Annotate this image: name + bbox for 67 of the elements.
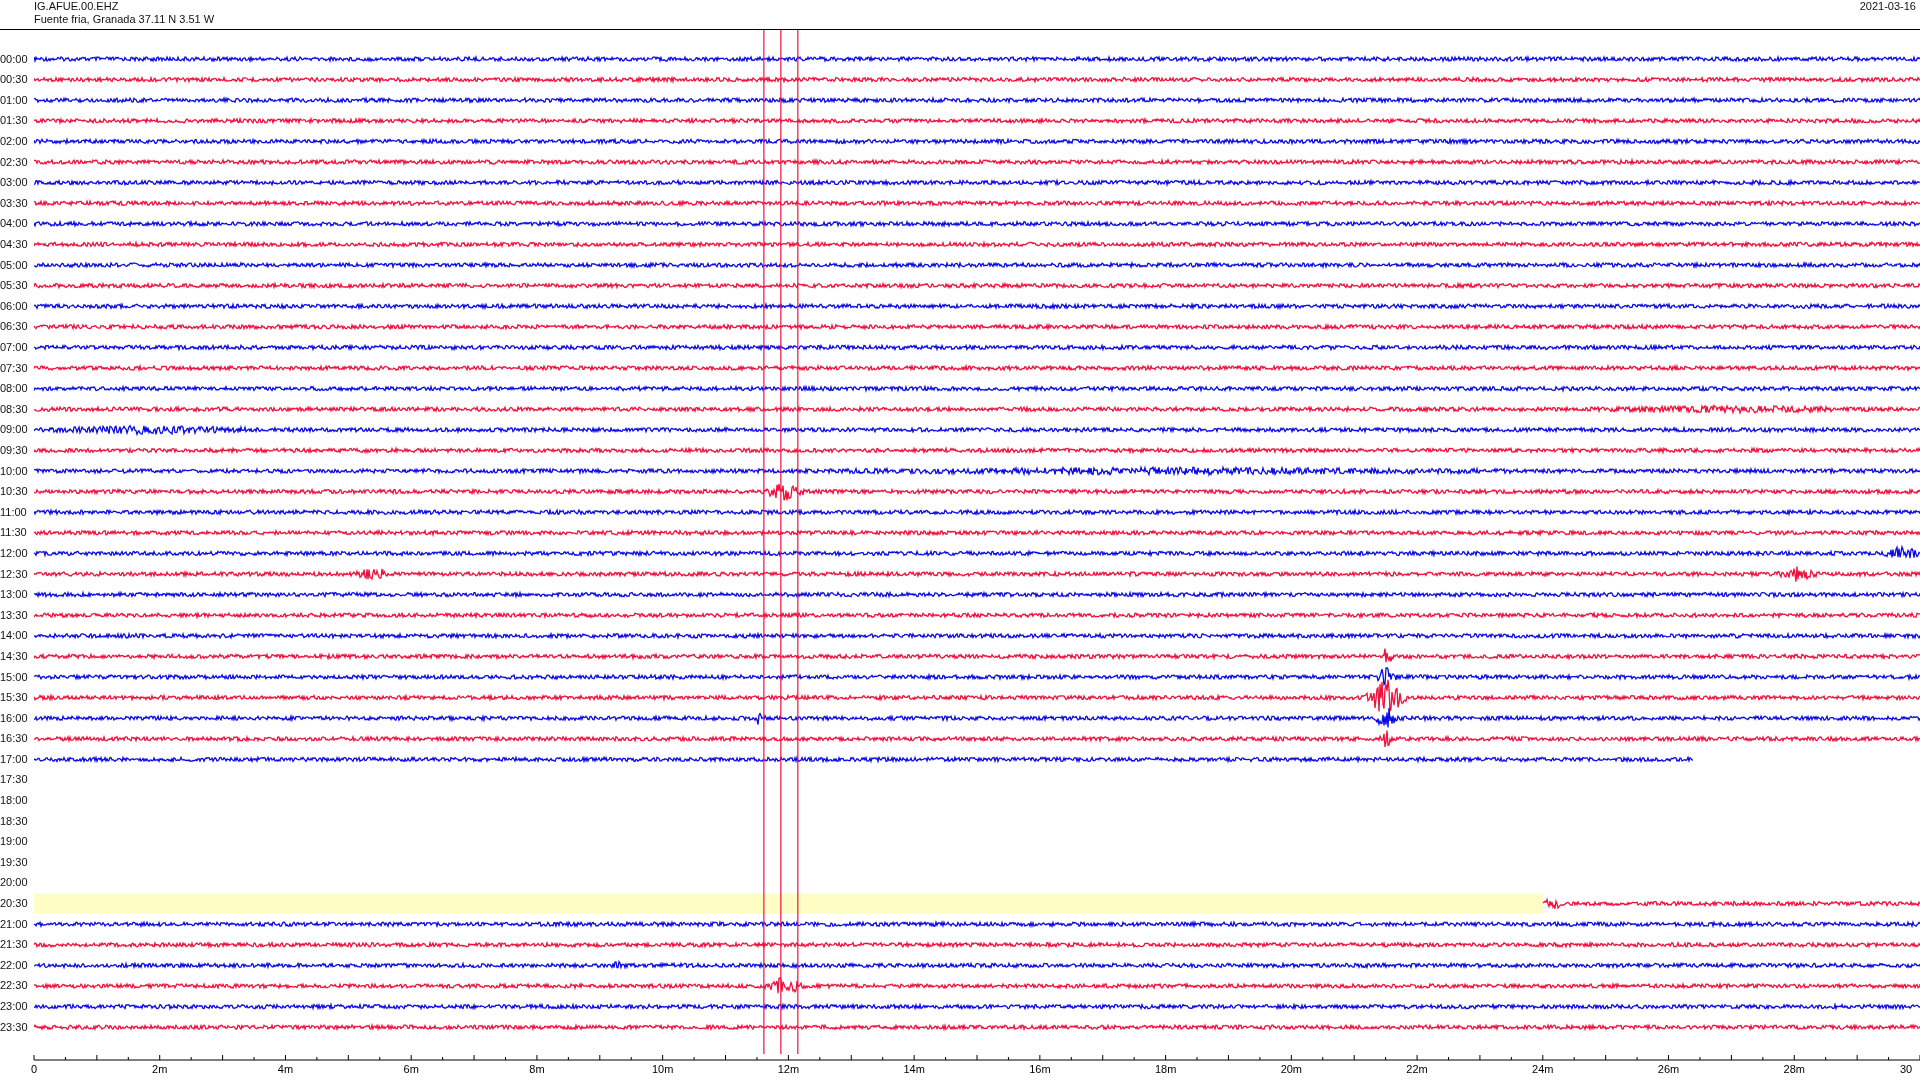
tick-label: 12m [777,1063,800,1075]
date-label: 2021-03-16 [1859,0,1916,14]
time-label: 05:30 [0,278,29,294]
time-label: 03:00 [0,175,29,191]
tick-label: 28m [1783,1063,1805,1075]
time-label: 08:00 [0,381,29,397]
time-label: 06:00 [0,298,29,314]
time-label: 09:30 [0,442,29,458]
time-label: 04:30 [0,237,29,253]
time-label: 05:00 [0,257,29,273]
tick-label: 14m [903,1063,925,1075]
time-label: 21:30 [0,937,29,953]
time-label: 01:30 [0,113,29,129]
tick-label: 2m [152,1063,168,1075]
station-code: IG.AFUE.00.EHZ [34,0,120,13]
time-label: 12:30 [0,566,29,582]
tick-label: 4m [277,1063,294,1075]
time-label: 16:00 [0,710,29,726]
time-label: 19:00 [0,834,29,850]
time-label: 18:00 [0,793,29,809]
tick-label: 6m [403,1063,419,1075]
time-label: 10:00 [0,463,29,479]
time-label: 00:00 [0,51,29,67]
tick-label: 22m [1406,1063,1428,1075]
time-label: 15:00 [0,669,29,685]
time-label: 20:30 [0,896,29,912]
tick-label: 30 [1899,1063,1913,1075]
time-label: 12:00 [0,545,29,561]
tick-label: 8m [529,1063,545,1075]
time-label: 09:00 [0,422,29,438]
tick-label: 10m [651,1063,674,1075]
tick-label: 20m [1280,1063,1303,1075]
time-label: 20:00 [0,875,29,891]
time-label: 15:30 [0,690,29,706]
time-label: 06:30 [0,319,29,335]
time-label: 13:30 [0,607,29,623]
tick-label: 0 [30,1063,38,1075]
tick-label: 16m [1029,1063,1051,1075]
time-label: 14:00 [0,628,29,644]
time-label: 00:30 [0,72,29,88]
time-label: 02:00 [0,134,29,150]
time-label: 22:30 [0,978,29,994]
time-label: 10:30 [0,484,29,500]
time-label: 11:00 [0,504,28,520]
tick-label: 18m [1154,1063,1177,1075]
time-label: 02:30 [0,154,29,170]
time-label: 23:00 [0,999,29,1014]
time-label: 07:30 [0,360,29,376]
tick-label: 24m [1532,1063,1554,1075]
time-label: 21:00 [0,916,29,932]
time-label: 23:30 [0,1019,29,1035]
time-label: 16:30 [0,731,29,747]
time-label: 13:00 [0,587,29,603]
station-location: Fuente fria, Granada 37.11 N 3.51 W [34,13,215,26]
time-label: 11:30 [0,525,28,541]
time-label: 08:30 [0,401,29,417]
time-label: 01:00 [0,92,29,108]
time-label: 04:00 [0,216,29,232]
time-label: 14:30 [0,648,29,664]
time-label: 03:30 [0,195,29,211]
time-label: 07:00 [0,340,29,355]
time-label: 17:30 [0,772,29,788]
time-label: 17:00 [0,751,29,767]
time-label: 22:00 [0,957,29,973]
tick-label: 26m [1657,1063,1680,1075]
time-label: 18:30 [0,813,29,829]
time-label: 19:30 [0,854,29,870]
